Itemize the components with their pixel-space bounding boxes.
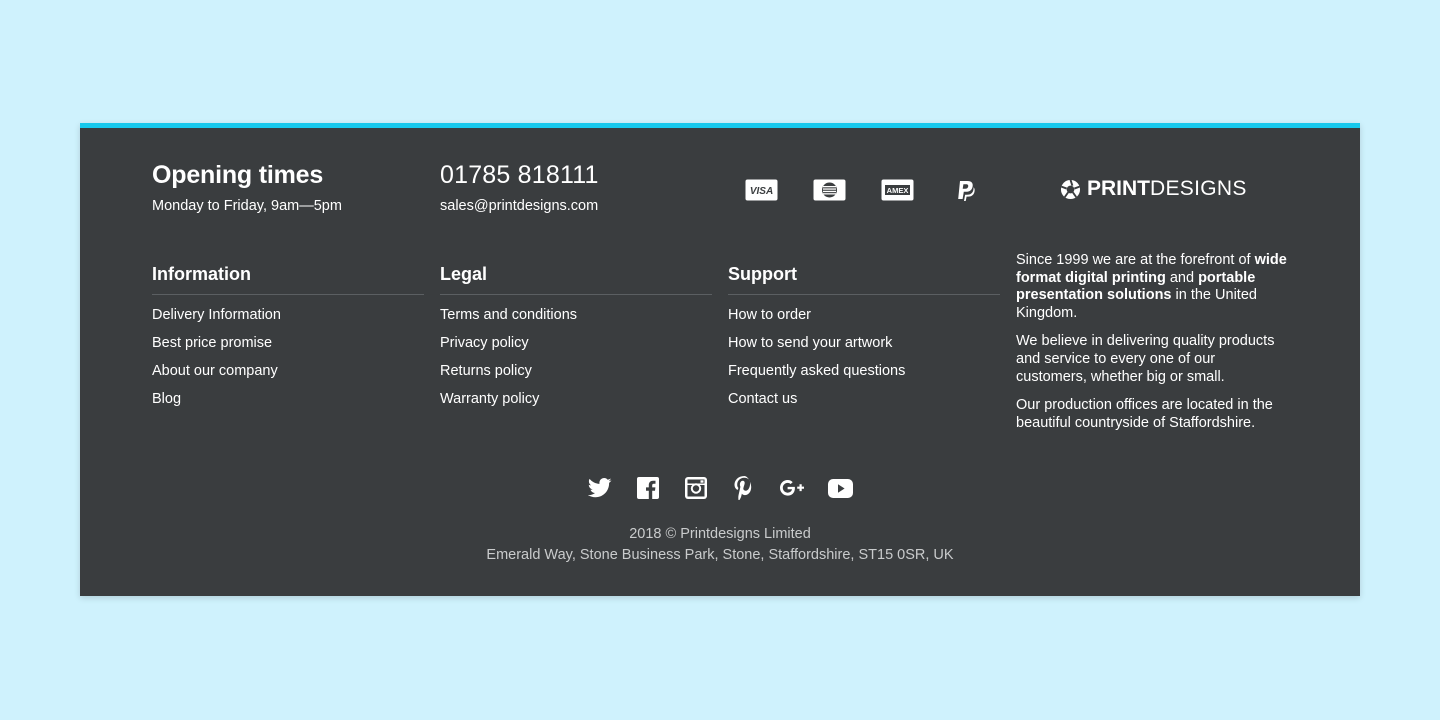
twitter-icon[interactable] [576, 475, 624, 501]
about-paragraph-2: We believe in delivering quality product… [1016, 333, 1275, 385]
link-faq[interactable]: Frequently asked questions [728, 363, 905, 379]
footer-link: How to send your artwork [728, 333, 1000, 361]
link-warranty-policy[interactable]: Warranty policy [440, 391, 539, 407]
footer-link: Contact us [728, 389, 1000, 417]
visa-icon: VISA [745, 179, 778, 201]
footer-link: Delivery Information [152, 305, 424, 333]
logo-text-print: PRINT [1087, 177, 1150, 200]
footer-link: Terms and conditions [440, 305, 712, 333]
column-title: Legal [440, 264, 488, 284]
column-divider [440, 294, 712, 295]
link-blog[interactable]: Blog [152, 391, 181, 407]
column-title: Information [152, 264, 251, 284]
pinterest-icon[interactable] [720, 475, 768, 501]
facebook-icon[interactable] [624, 475, 672, 501]
link-returns-policy[interactable]: Returns policy [440, 363, 532, 379]
column-divider [728, 294, 1000, 295]
printdesigns-logo[interactable]: PRINTDESIGNS [1060, 177, 1247, 201]
footer-link: Privacy policy [440, 333, 712, 361]
social-links [576, 475, 864, 501]
footer-link: Warranty policy [440, 389, 712, 417]
mastercard-icon [813, 179, 846, 201]
instagram-icon[interactable] [672, 475, 720, 501]
footer-link: About our company [152, 361, 424, 389]
aperture-logo-icon [1060, 179, 1081, 199]
footer-link: Frequently asked questions [728, 361, 1000, 389]
google-plus-icon[interactable] [768, 475, 816, 501]
link-about-our-company[interactable]: About our company [152, 363, 278, 379]
link-terms-and-conditions[interactable]: Terms and conditions [440, 307, 577, 323]
about-paragraph-1: Since 1999 we are at the forefront of wi… [1016, 252, 1287, 321]
email-link[interactable]: sales@printdesigns.com [440, 198, 598, 214]
amex-icon: AMEX [881, 179, 914, 201]
phone-number[interactable]: 01785 818111 [440, 161, 599, 190]
paypal-icon [953, 179, 977, 203]
link-contact-us[interactable]: Contact us [728, 391, 797, 407]
link-privacy-policy[interactable]: Privacy policy [440, 335, 529, 351]
company-address: Emerald Way, Stone Business Park, Stone,… [486, 547, 954, 563]
about-company-text: Since 1999 we are at the forefront of wi… [1016, 252, 1288, 443]
column-divider [152, 294, 424, 295]
site-footer: Opening times Monday to Friday, 9am—5pm … [80, 123, 1360, 596]
about-paragraph-3: Our production offices are located in th… [1016, 397, 1273, 431]
youtube-icon[interactable] [816, 475, 864, 501]
footer-column-legal: Legal Terms and conditions Privacy polic… [440, 264, 712, 417]
footer-link: Blog [152, 389, 424, 417]
link-delivery-information[interactable]: Delivery Information [152, 307, 281, 323]
svg-text:AMEX: AMEX [887, 186, 909, 195]
opening-times-title: Opening times [152, 161, 324, 189]
copyright-text: 2018 © Printdesigns Limited [629, 526, 811, 542]
column-title: Support [728, 264, 797, 284]
footer-link: Returns policy [440, 361, 712, 389]
footer-link: Best price promise [152, 333, 424, 361]
footer-column-information: Information Delivery Information Best pr… [152, 264, 424, 417]
footer-column-support: Support How to order How to send your ar… [728, 264, 1000, 417]
logo-text-designs: DESIGNS [1150, 177, 1247, 200]
link-how-to-send-artwork[interactable]: How to send your artwork [728, 335, 892, 351]
svg-text:VISA: VISA [750, 186, 773, 197]
link-best-price-promise[interactable]: Best price promise [152, 335, 272, 351]
link-how-to-order[interactable]: How to order [728, 307, 811, 323]
footer-link: How to order [728, 305, 1000, 333]
opening-hours: Monday to Friday, 9am—5pm [152, 198, 342, 214]
